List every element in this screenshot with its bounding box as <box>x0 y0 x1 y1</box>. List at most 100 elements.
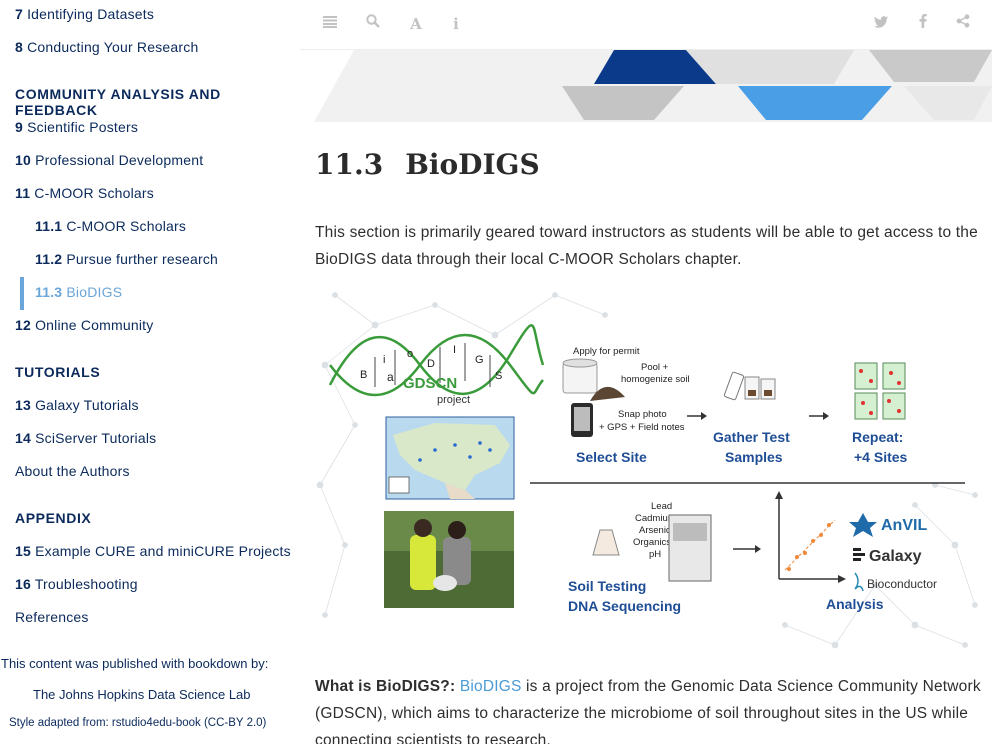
select-site-step: Apply for permit Pool + homogenize soil … <box>562 346 690 465</box>
search-icon[interactable] <box>363 14 383 34</box>
gather-samples-step: Gather Test Samples <box>713 371 790 465</box>
sidebar-item-16[interactable]: 16 Troubleshooting <box>15 576 138 592</box>
toc-label: Galaxy Tutorials <box>35 397 139 413</box>
toc-label: Conducting Your Research <box>27 39 199 55</box>
publisher-link[interactable]: The Johns Hopkins Data Science Lab <box>33 687 251 702</box>
sidebar-item-15[interactable]: 15 Example CURE and miniCURE Projects <box>15 543 291 559</box>
gather-label-2: Samples <box>725 449 783 465</box>
section-tutorials: TUTORIALS <box>15 364 101 380</box>
sidebar-item-about[interactable]: About the Authors <box>15 463 130 479</box>
logo-letter: D <box>427 358 435 370</box>
font-icon[interactable]: A <box>406 14 426 34</box>
toc-label: Troubleshooting <box>34 576 138 592</box>
element-lead: Lead <box>651 501 672 512</box>
galaxy-label: Galaxy <box>869 548 922 565</box>
arrow-3 <box>733 545 761 553</box>
sidebar-item-12[interactable]: 12 Online Community <box>15 317 153 333</box>
pool-label: Pool + <box>641 362 669 373</box>
active-indicator <box>20 277 24 310</box>
section-appendix: APPENDIX <box>15 510 92 526</box>
style-credit-link[interactable]: Style adapted from: rstudio4edu-book (CC… <box>9 717 266 729</box>
top-toolbar: A i <box>300 0 992 50</box>
sidebar-item-11[interactable]: 11 C-MOOR Scholars <box>15 185 154 201</box>
logo-a: a <box>387 370 394 384</box>
snap-photo-label: Snap photo <box>618 409 667 420</box>
toc-label: SciServer Tutorials <box>35 430 157 446</box>
element-organics: Organics <box>633 537 671 548</box>
repeat-label-2: +4 Sites <box>854 449 908 465</box>
analysis-step: Analysis AnVIL Galaxy Bioconductor <box>775 491 937 612</box>
logo-project: project <box>437 394 470 406</box>
field-photo <box>384 511 514 608</box>
toc-label: Pursue further research <box>66 251 219 267</box>
arrow-2 <box>809 412 829 420</box>
repeat-label-1: Repeat: <box>852 429 903 445</box>
toc-label: Professional Development <box>35 152 204 168</box>
sidebar-item-14[interactable]: 14 SciServer Tutorials <box>15 430 156 446</box>
sidebar-item-13[interactable]: 13 Galaxy Tutorials <box>15 397 139 413</box>
list-icon[interactable] <box>320 14 340 34</box>
toc-number: 10 <box>15 152 31 168</box>
info-icon[interactable]: i <box>446 14 466 34</box>
facebook-icon[interactable] <box>913 14 933 34</box>
published-by-text: This content was published with bookdown… <box>1 656 269 671</box>
section-number: 11.3 <box>315 148 384 181</box>
homogenize-label: homogenize soil <box>621 374 690 385</box>
soil-testing-step: Lead Cadmium Arsenic Organics pH Soil Te… <box>568 501 712 614</box>
toc-label: Example CURE and miniCURE Projects <box>35 543 291 559</box>
toc-number: 16 <box>15 576 31 592</box>
toc-number: 11.3 <box>35 284 63 300</box>
toc-number: 7 <box>15 6 23 22</box>
anvil-star-icon <box>849 513 877 537</box>
toc-number: 8 <box>15 39 23 55</box>
arrow-1 <box>687 412 707 420</box>
sidebar-item-7[interactable]: 7 Identifying Datasets <box>15 6 154 22</box>
what-is-label: What is BioDIGS?: <box>315 678 456 695</box>
anvil-label: AnVIL <box>881 517 927 534</box>
toc-label: C-MOOR Scholars <box>66 218 187 234</box>
logo-letter: i <box>383 354 385 366</box>
banner-graphic <box>314 50 992 122</box>
logo-gdscn: GDSCN <box>403 375 457 392</box>
sidebar-item-11-3[interactable]: 11.3 BioDIGS <box>35 284 122 300</box>
soil-testing-label: Soil Testing <box>568 578 646 594</box>
gather-label-1: Gather Test <box>713 429 790 445</box>
toc-label: References <box>15 609 89 625</box>
bioconductor-label: Bioconductor <box>867 577 937 591</box>
toc-label: Scientific Posters <box>27 119 139 135</box>
share-icon[interactable] <box>953 14 973 34</box>
section-heading: 11.3 BioDIGS <box>315 148 540 181</box>
analysis-label: Analysis <box>826 596 884 612</box>
toc-number: 11.1 <box>35 218 63 234</box>
gps-label: + GPS + Field notes <box>599 422 685 433</box>
element-ph: pH <box>649 549 661 560</box>
repeat-step: Repeat: +4 Sites <box>852 362 908 465</box>
sidebar-item-9[interactable]: 9 Scientific Posters <box>15 119 138 135</box>
sidebar-item-8[interactable]: 8 Conducting Your Research <box>15 39 198 55</box>
sidebar-item-10[interactable]: 10 Professional Development <box>15 152 203 168</box>
sidebar-item-references[interactable]: References <box>15 609 89 625</box>
sidebar-item-11-2[interactable]: 11.2 Pursue further research <box>35 251 218 267</box>
sidebar: 7 Identifying Datasets 8 Conducting Your… <box>0 0 300 744</box>
toc-label: BioDIGS <box>66 284 123 300</box>
intro-paragraph: This section is primarily geared toward … <box>315 224 978 268</box>
logo-letter: I <box>453 344 456 356</box>
biodigs-workflow-diagram: B i o D I G S a GDSCN project Apply for … <box>316 292 978 649</box>
logo-letter: o <box>407 348 413 360</box>
biodigs-link[interactable]: BioDIGS <box>460 678 522 695</box>
what-is-paragraph: What is BioDIGS?: BioDIGS is a project f… <box>315 673 983 744</box>
logo-letter: S <box>495 370 502 382</box>
element-arsenic: Arsenic <box>639 525 671 536</box>
biodigs-logo: B i o D I G S a GDSCN project <box>328 324 545 406</box>
sidebar-item-11-1[interactable]: 11.1 C-MOOR Scholars <box>35 218 186 234</box>
biodigs-figure: B i o D I G S a GDSCN project Apply for … <box>315 285 980 660</box>
logo-letter: G <box>475 354 484 366</box>
toc-label: Online Community <box>35 317 154 333</box>
section-community: COMMUNITY ANALYSIS AND FEEDBACK <box>15 86 221 118</box>
toc-number: 15 <box>15 543 31 559</box>
dna-seq-label: DNA Sequencing <box>568 598 681 614</box>
apply-permit-label: Apply for permit <box>573 346 640 357</box>
us-map-image <box>385 416 515 500</box>
bioconductor-icon <box>854 572 864 592</box>
twitter-icon[interactable] <box>871 14 891 34</box>
